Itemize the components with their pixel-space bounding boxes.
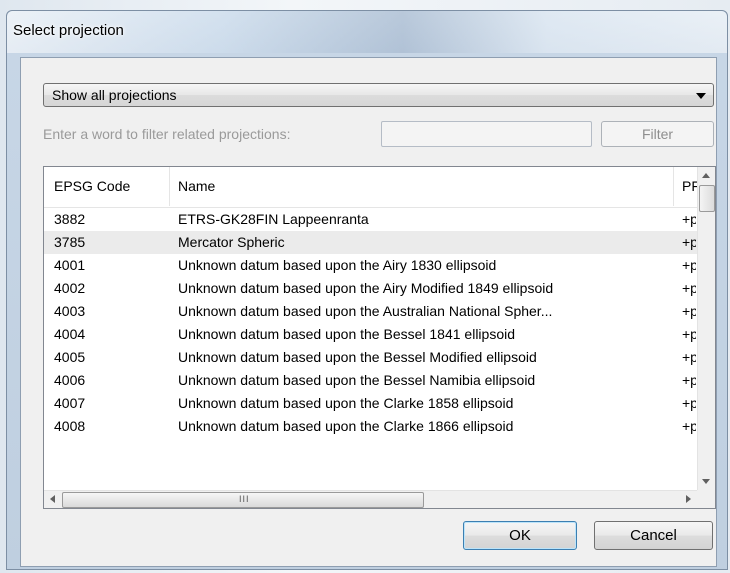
dialog-title: Select projection <box>13 22 124 39</box>
scroll-grip: III <box>239 494 250 504</box>
table-row[interactable]: 4002 Unknown datum based upon the Airy Mo… <box>44 277 697 300</box>
list-rows: 3882 ETRS-GK28FIN Lappeenranta +p 3785 Merca… <box>44 208 697 438</box>
cancel-button[interactable]: Cancel <box>594 521 713 550</box>
proj4-cell: +p <box>682 303 696 319</box>
proj4-cell: +p <box>682 257 696 273</box>
arrow-up-icon[interactable] <box>698 167 715 184</box>
epsg-code-cell: 4005 <box>54 349 86 365</box>
column-header-name[interactable]: Name <box>170 167 674 206</box>
epsg-code-cell: 3882 <box>54 211 86 227</box>
table-row[interactable]: 4004 Unknown datum based upon the Bessel … <box>44 323 697 346</box>
vertical-scrollbar[interactable] <box>697 167 715 490</box>
horizontal-scrollbar[interactable]: III <box>44 490 715 508</box>
proj4-cell: +p <box>682 372 696 388</box>
name-cell: ETRS-GK28FIN Lappeenranta <box>178 211 369 227</box>
proj4-cell: +p <box>682 234 696 250</box>
table-row[interactable]: 4001 Unknown datum based upon the Airy 18… <box>44 254 697 277</box>
column-header-epsg-code[interactable]: EPSG Code <box>44 167 170 206</box>
arrow-right-icon[interactable] <box>680 491 697 508</box>
table-row[interactable]: 3882 ETRS-GK28FIN Lappeenranta +p <box>44 208 697 231</box>
name-cell: Unknown datum based upon the Bessel 1841… <box>178 326 516 342</box>
epsg-code-cell: 3785 <box>54 234 86 250</box>
table-row[interactable]: 4003 Unknown datum based upon the Austral… <box>44 300 697 323</box>
epsg-code-cell: 4002 <box>54 280 86 296</box>
arrow-down-icon[interactable] <box>698 473 715 490</box>
dialog-content: Show all projections Enter a word to fil… <box>20 57 717 567</box>
name-cell: Unknown datum based upon the Airy Modifi… <box>178 280 554 296</box>
epsg-code-cell: 4004 <box>54 326 86 342</box>
combobox-value: Show all projections <box>52 87 177 103</box>
filter-label: Enter a word to filter related projectio… <box>43 126 291 142</box>
table-row[interactable]: 3785 Mercator Spheric +p <box>44 231 697 254</box>
title-bar[interactable]: Select projection <box>7 11 727 53</box>
table-row[interactable]: 4005 Unknown datum based upon the Bessel … <box>44 346 697 369</box>
name-cell: Mercator Spheric <box>178 234 285 250</box>
filter-button[interactable]: Filter <box>601 121 714 147</box>
ok-button[interactable]: OK <box>463 521 577 550</box>
name-cell: Unknown datum based upon the Australian … <box>178 303 553 319</box>
list-header: EPSG Code Name PF <box>44 167 700 208</box>
scroll-corner <box>697 490 715 508</box>
name-cell: Unknown datum based upon the Clarke 1866… <box>178 418 514 434</box>
name-cell: Unknown datum based upon the Airy 1830 e… <box>178 257 497 273</box>
projection-type-combobox[interactable]: Show all projections <box>43 83 714 107</box>
name-cell: Unknown datum based upon the Bessel Modi… <box>178 349 537 365</box>
table-row[interactable]: 4007 Unknown datum based upon the Clarke … <box>44 392 697 415</box>
name-cell: Unknown datum based upon the Clarke 1858… <box>178 395 514 411</box>
arrow-left-icon[interactable] <box>44 491 61 508</box>
proj4-cell: +p <box>682 395 696 411</box>
epsg-code-cell: 4001 <box>54 257 86 273</box>
proj4-cell: +p <box>682 326 696 342</box>
filter-input[interactable] <box>381 121 592 147</box>
epsg-code-cell: 4008 <box>54 418 86 434</box>
proj4-cell: +p <box>682 211 696 227</box>
epsg-code-cell: 4003 <box>54 303 86 319</box>
horizontal-scroll-thumb[interactable]: III <box>62 492 424 508</box>
proj4-cell: +p <box>682 280 696 296</box>
epsg-code-cell: 4006 <box>54 372 86 388</box>
proj4-cell: +p <box>682 349 696 365</box>
epsg-code-cell: 4007 <box>54 395 86 411</box>
table-row[interactable]: 4006 Unknown datum based upon the Bessel … <box>44 369 697 392</box>
name-cell: Unknown datum based upon the Bessel Nami… <box>178 372 536 388</box>
table-row[interactable]: 4008 Unknown datum based upon the Clarke … <box>44 415 697 438</box>
chevron-down-icon[interactable] <box>696 93 706 99</box>
select-projection-dialog: Select projection Show all projections E… <box>6 10 728 570</box>
vertical-scroll-thumb[interactable] <box>699 185 715 212</box>
proj4-cell: +p <box>682 418 696 434</box>
projection-list[interactable]: EPSG Code Name PF 3882 ETRS-GK28FIN Lappe… <box>43 166 716 509</box>
